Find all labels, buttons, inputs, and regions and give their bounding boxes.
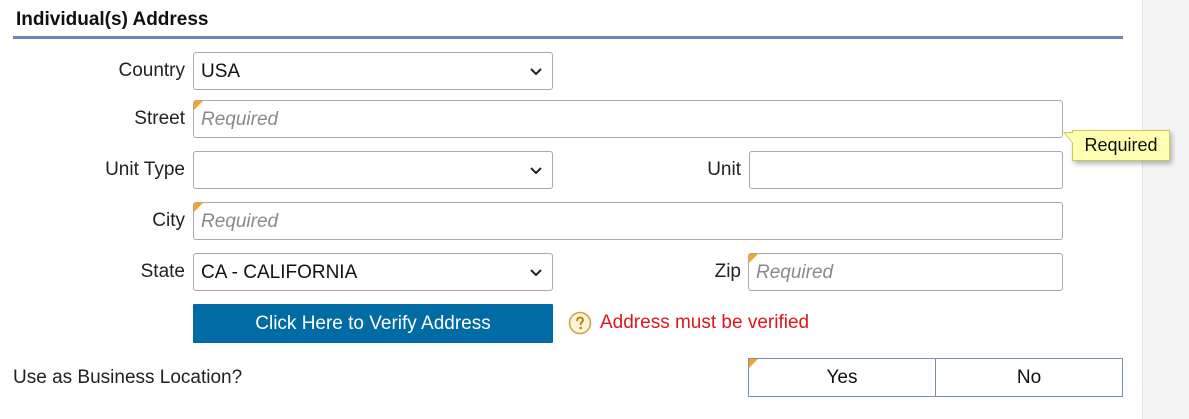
unit-label: Unit [707, 159, 741, 180]
country-select[interactable]: USA [193, 52, 553, 90]
zip-input[interactable]: Required [748, 253, 1063, 291]
required-marker [749, 359, 758, 368]
business-location-question: Use as Business Location? [13, 367, 243, 388]
tooltip-pointer-fill [1065, 133, 1073, 143]
question-circle-icon[interactable] [568, 311, 592, 335]
chevron-down-icon [530, 269, 542, 277]
chevron-down-icon [530, 68, 542, 76]
section-divider [13, 36, 1123, 39]
chevron-down-icon [530, 167, 542, 175]
city-placeholder: Required [201, 211, 279, 232]
city-label: City [152, 210, 185, 231]
street-input[interactable]: Required [193, 100, 1063, 138]
scrollbar-track[interactable] [1142, 0, 1189, 419]
yes-label: Yes [826, 367, 858, 388]
country-value: USA [201, 61, 241, 82]
unit-type-select[interactable] [193, 151, 553, 189]
state-value: CA - CALIFORNIA [201, 262, 358, 283]
zip-label: Zip [714, 261, 741, 282]
city-input[interactable]: Required [193, 202, 1063, 240]
street-label: Street [134, 108, 185, 129]
business-location-toggle: Yes No [748, 358, 1123, 397]
zip-placeholder: Required [756, 262, 834, 283]
section-title: Individual(s) Address [16, 9, 209, 30]
business-location-yes-button[interactable]: Yes [749, 359, 935, 396]
street-placeholder: Required [201, 109, 279, 130]
verify-address-button[interactable]: Click Here to Verify Address [193, 304, 553, 343]
required-tooltip: Required [1072, 130, 1170, 161]
unit-input[interactable] [749, 151, 1063, 189]
business-location-no-button[interactable]: No [935, 359, 1122, 396]
country-label: Country [118, 60, 185, 81]
no-label: No [1016, 367, 1042, 388]
verification-error-message: Address must be verified [600, 312, 810, 333]
state-select[interactable]: CA - CALIFORNIA [193, 253, 553, 291]
unit-type-label: Unit Type [105, 159, 185, 180]
state-label: State [140, 261, 185, 282]
